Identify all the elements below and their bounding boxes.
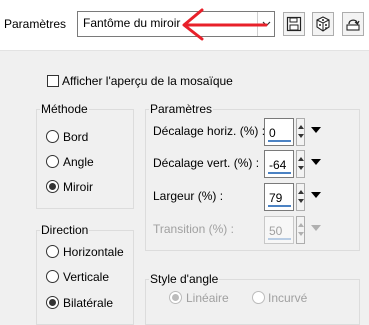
style-incurve-radio[interactable] <box>252 291 265 304</box>
vert-offset-underline <box>268 172 291 174</box>
spin-down-icon[interactable] <box>298 232 304 236</box>
direction-horizontale-label: Horizontale <box>63 245 124 259</box>
transition-input[interactable]: 50 <box>264 216 294 244</box>
width-spinner[interactable] <box>296 183 305 211</box>
methode-bord-label: Bord <box>63 130 89 144</box>
methode-miroir-radio[interactable] <box>46 180 59 193</box>
spin-up-icon[interactable] <box>298 223 304 227</box>
style-angle-title: Style d'angle <box>149 272 220 286</box>
horiz-offset-input[interactable]: 0 <box>264 118 294 146</box>
vert-offset-spinner[interactable] <box>296 150 305 178</box>
spin-down-icon[interactable] <box>298 166 304 170</box>
preview-checkbox[interactable] <box>47 75 59 87</box>
direction-horizontale-radio[interactable] <box>46 245 59 258</box>
parametres-title: Paramètres <box>149 102 214 116</box>
horiz-offset-dropdown-icon[interactable] <box>311 127 321 133</box>
dice-icon <box>316 16 330 32</box>
vert-offset-input[interactable]: -64 <box>264 150 294 178</box>
vert-offset-dropdown-icon[interactable] <box>311 159 321 165</box>
transition-spinner[interactable] <box>296 216 305 244</box>
spin-up-icon[interactable] <box>298 190 304 194</box>
direction-verticale-label: Verticale <box>63 270 110 284</box>
direction-title: Direction <box>40 223 90 237</box>
vert-offset-value: -64 <box>269 158 287 172</box>
width-input[interactable]: 79 <box>264 183 294 211</box>
methode-angle-label: Angle <box>63 155 94 169</box>
preset-label: Paramètres <box>4 17 67 31</box>
width-value: 79 <box>269 191 283 205</box>
style-incurve-label: Incurvé <box>268 291 308 305</box>
transition-value: 50 <box>269 224 283 238</box>
annotation-arrow-icon <box>182 8 268 41</box>
transition-label: Transition (%) : <box>153 222 234 236</box>
transition-dropdown-icon[interactable] <box>311 225 321 231</box>
reset-icon <box>346 19 360 31</box>
horiz-offset-spinner[interactable] <box>296 118 305 146</box>
width-label: Largeur (%) : <box>153 189 224 203</box>
methode-title: Méthode <box>40 102 89 116</box>
direction-verticale-radio[interactable] <box>46 270 59 283</box>
randomize-button[interactable] <box>312 12 334 36</box>
reset-button[interactable] <box>342 12 364 36</box>
horiz-offset-underline <box>268 140 291 142</box>
style-lineaire-radio[interactable] <box>169 291 182 304</box>
direction-bilaterale-radio[interactable] <box>46 296 59 309</box>
style-lineaire-label: Linéaire <box>186 291 229 305</box>
spin-down-icon[interactable] <box>298 199 304 203</box>
methode-angle-radio[interactable] <box>46 155 59 168</box>
width-underline <box>268 205 291 207</box>
preset-value: Fantôme du miroir <box>83 16 181 30</box>
direction-bilaterale-label: Bilatérale <box>63 296 114 310</box>
vert-offset-label: Décalage vert. (%) : <box>153 156 260 170</box>
methode-bord-radio[interactable] <box>46 130 59 143</box>
methode-miroir-label: Miroir <box>63 180 93 194</box>
save-icon <box>286 16 302 32</box>
spin-down-icon[interactable] <box>298 134 304 138</box>
spin-up-icon[interactable] <box>298 157 304 161</box>
horiz-offset-value: 0 <box>269 126 276 140</box>
spin-up-icon[interactable] <box>298 125 304 129</box>
width-dropdown-icon[interactable] <box>311 192 321 198</box>
preview-checkbox-label: Afficher l'aperçu de la mosaïque <box>62 74 233 88</box>
transition-underline <box>268 238 291 240</box>
save-preset-button[interactable] <box>283 12 305 36</box>
horiz-offset-label: Décalage horiz. (%) : <box>153 124 266 138</box>
